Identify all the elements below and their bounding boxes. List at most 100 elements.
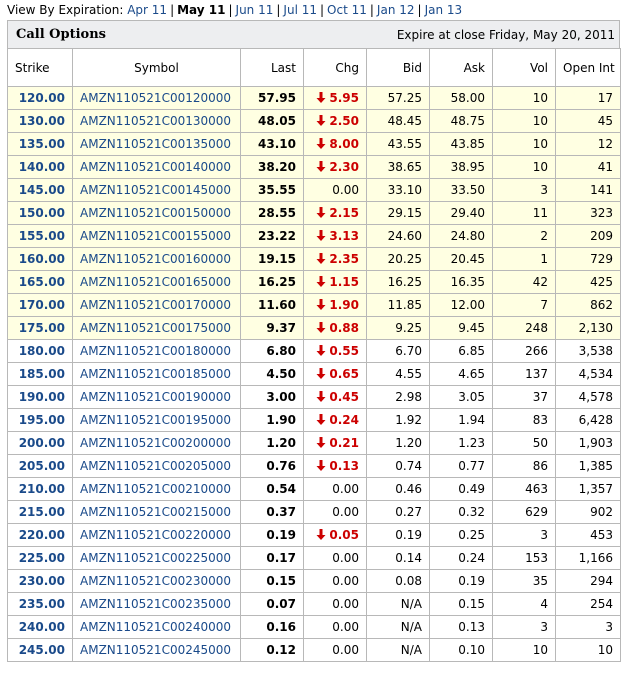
symbol-link[interactable]: AMZN110521C00200000 — [80, 436, 231, 450]
symbol-link-cell[interactable]: AMZN110521C00160000 — [72, 247, 241, 271]
symbol-link-cell[interactable]: AMZN110521C00130000 — [72, 109, 241, 133]
strike-link-cell[interactable]: 190.00 — [7, 385, 73, 409]
symbol-link[interactable]: AMZN110521C00175000 — [80, 321, 231, 335]
symbol-link[interactable]: AMZN110521C00165000 — [80, 275, 231, 289]
strike-link[interactable]: 160.00 — [19, 252, 65, 266]
strike-link[interactable]: 150.00 — [19, 206, 65, 220]
symbol-link[interactable]: AMZN110521C00185000 — [80, 367, 231, 381]
symbol-link-cell[interactable]: AMZN110521C00170000 — [72, 293, 241, 317]
symbol-link-cell[interactable]: AMZN110521C00220000 — [72, 523, 241, 547]
strike-link-cell[interactable]: 140.00 — [7, 155, 73, 179]
symbol-link[interactable]: AMZN110521C00225000 — [80, 551, 231, 565]
strike-link[interactable]: 140.00 — [19, 160, 65, 174]
col-header-symbol[interactable]: Symbol — [72, 48, 241, 87]
strike-link[interactable]: 215.00 — [19, 505, 65, 519]
strike-link-cell[interactable]: 135.00 — [7, 132, 73, 156]
symbol-link[interactable]: AMZN110521C00205000 — [80, 459, 231, 473]
strike-link[interactable]: 235.00 — [19, 597, 65, 611]
symbol-link[interactable]: AMZN110521C00190000 — [80, 390, 231, 404]
strike-link-cell[interactable]: 195.00 — [7, 408, 73, 432]
col-header-chg[interactable]: Chg — [303, 48, 367, 87]
strike-link[interactable]: 185.00 — [19, 367, 65, 381]
symbol-link-cell[interactable]: AMZN110521C00235000 — [72, 592, 241, 616]
symbol-link[interactable]: AMZN110521C00155000 — [80, 229, 231, 243]
strike-link[interactable]: 165.00 — [19, 275, 65, 289]
symbol-link-cell[interactable]: AMZN110521C00135000 — [72, 132, 241, 156]
strike-link-cell[interactable]: 145.00 — [7, 178, 73, 202]
symbol-link-cell[interactable]: AMZN110521C00225000 — [72, 546, 241, 570]
expiration-option[interactable]: Jan 13 — [425, 3, 463, 17]
strike-link[interactable]: 135.00 — [19, 137, 65, 151]
symbol-link-cell[interactable]: AMZN110521C00205000 — [72, 454, 241, 478]
symbol-link[interactable]: AMZN110521C00140000 — [80, 160, 231, 174]
symbol-link[interactable]: AMZN110521C00130000 — [80, 114, 231, 128]
symbol-link[interactable]: AMZN110521C00245000 — [80, 643, 231, 657]
strike-link[interactable]: 175.00 — [19, 321, 65, 335]
symbol-link[interactable]: AMZN110521C00120000 — [80, 91, 231, 105]
symbol-link-cell[interactable]: AMZN110521C00245000 — [72, 638, 241, 662]
strike-link[interactable]: 205.00 — [19, 459, 65, 473]
strike-link-cell[interactable]: 175.00 — [7, 316, 73, 340]
col-header-strike[interactable]: Strike — [7, 48, 73, 87]
symbol-link[interactable]: AMZN110521C00170000 — [80, 298, 231, 312]
symbol-link-cell[interactable]: AMZN110521C00240000 — [72, 615, 241, 639]
symbol-link[interactable]: AMZN110521C00145000 — [80, 183, 231, 197]
strike-link[interactable]: 210.00 — [19, 482, 65, 496]
strike-link-cell[interactable]: 180.00 — [7, 339, 73, 363]
symbol-link-cell[interactable]: AMZN110521C00175000 — [72, 316, 241, 340]
expiration-option[interactable]: Jul 11 — [283, 3, 317, 17]
col-header-vol[interactable]: Vol — [492, 48, 556, 87]
symbol-link-cell[interactable]: AMZN110521C00210000 — [72, 477, 241, 501]
strike-link[interactable]: 190.00 — [19, 390, 65, 404]
col-header-ask[interactable]: Ask — [429, 48, 493, 87]
strike-link-cell[interactable]: 165.00 — [7, 270, 73, 294]
strike-link-cell[interactable]: 225.00 — [7, 546, 73, 570]
col-header-bid[interactable]: Bid — [366, 48, 430, 87]
strike-link-cell[interactable]: 230.00 — [7, 569, 73, 593]
expiration-option[interactable]: Jan 12 — [377, 3, 415, 17]
symbol-link-cell[interactable]: AMZN110521C00200000 — [72, 431, 241, 455]
strike-link-cell[interactable]: 235.00 — [7, 592, 73, 616]
expiration-option[interactable]: Apr 11 — [127, 3, 167, 17]
symbol-link-cell[interactable]: AMZN110521C00145000 — [72, 178, 241, 202]
strike-link[interactable]: 220.00 — [19, 528, 65, 542]
symbol-link-cell[interactable]: AMZN110521C00155000 — [72, 224, 241, 248]
strike-link-cell[interactable]: 130.00 — [7, 109, 73, 133]
strike-link[interactable]: 195.00 — [19, 413, 65, 427]
strike-link-cell[interactable]: 240.00 — [7, 615, 73, 639]
symbol-link-cell[interactable]: AMZN110521C00190000 — [72, 385, 241, 409]
symbol-link-cell[interactable]: AMZN110521C00140000 — [72, 155, 241, 179]
symbol-link-cell[interactable]: AMZN110521C00195000 — [72, 408, 241, 432]
strike-link[interactable]: 130.00 — [19, 114, 65, 128]
symbol-link[interactable]: AMZN110521C00230000 — [80, 574, 231, 588]
symbol-link[interactable]: AMZN110521C00180000 — [80, 344, 231, 358]
symbol-link-cell[interactable]: AMZN110521C00185000 — [72, 362, 241, 386]
strike-link[interactable]: 180.00 — [19, 344, 65, 358]
strike-link-cell[interactable]: 185.00 — [7, 362, 73, 386]
symbol-link-cell[interactable]: AMZN110521C00230000 — [72, 569, 241, 593]
strike-link-cell[interactable]: 220.00 — [7, 523, 73, 547]
col-header-open-int[interactable]: Open Int — [555, 48, 621, 87]
symbol-link[interactable]: AMZN110521C00215000 — [80, 505, 231, 519]
strike-link[interactable]: 245.00 — [19, 643, 65, 657]
symbol-link-cell[interactable]: AMZN110521C00180000 — [72, 339, 241, 363]
strike-link-cell[interactable]: 245.00 — [7, 638, 73, 662]
strike-link[interactable]: 145.00 — [19, 183, 65, 197]
strike-link-cell[interactable]: 215.00 — [7, 500, 73, 524]
strike-link-cell[interactable]: 205.00 — [7, 454, 73, 478]
col-header-last[interactable]: Last — [240, 48, 304, 87]
symbol-link[interactable]: AMZN110521C00150000 — [80, 206, 231, 220]
symbol-link[interactable]: AMZN110521C00240000 — [80, 620, 231, 634]
symbol-link[interactable]: AMZN110521C00235000 — [80, 597, 231, 611]
expiration-option[interactable]: Jun 11 — [236, 3, 274, 17]
symbol-link[interactable]: AMZN110521C00135000 — [80, 137, 231, 151]
symbol-link-cell[interactable]: AMZN110521C00165000 — [72, 270, 241, 294]
symbol-link-cell[interactable]: AMZN110521C00215000 — [72, 500, 241, 524]
symbol-link-cell[interactable]: AMZN110521C00150000 — [72, 201, 241, 225]
symbol-link[interactable]: AMZN110521C00195000 — [80, 413, 231, 427]
strike-link[interactable]: 225.00 — [19, 551, 65, 565]
strike-link-cell[interactable]: 155.00 — [7, 224, 73, 248]
strike-link[interactable]: 155.00 — [19, 229, 65, 243]
strike-link[interactable]: 170.00 — [19, 298, 65, 312]
symbol-link[interactable]: AMZN110521C00220000 — [80, 528, 231, 542]
